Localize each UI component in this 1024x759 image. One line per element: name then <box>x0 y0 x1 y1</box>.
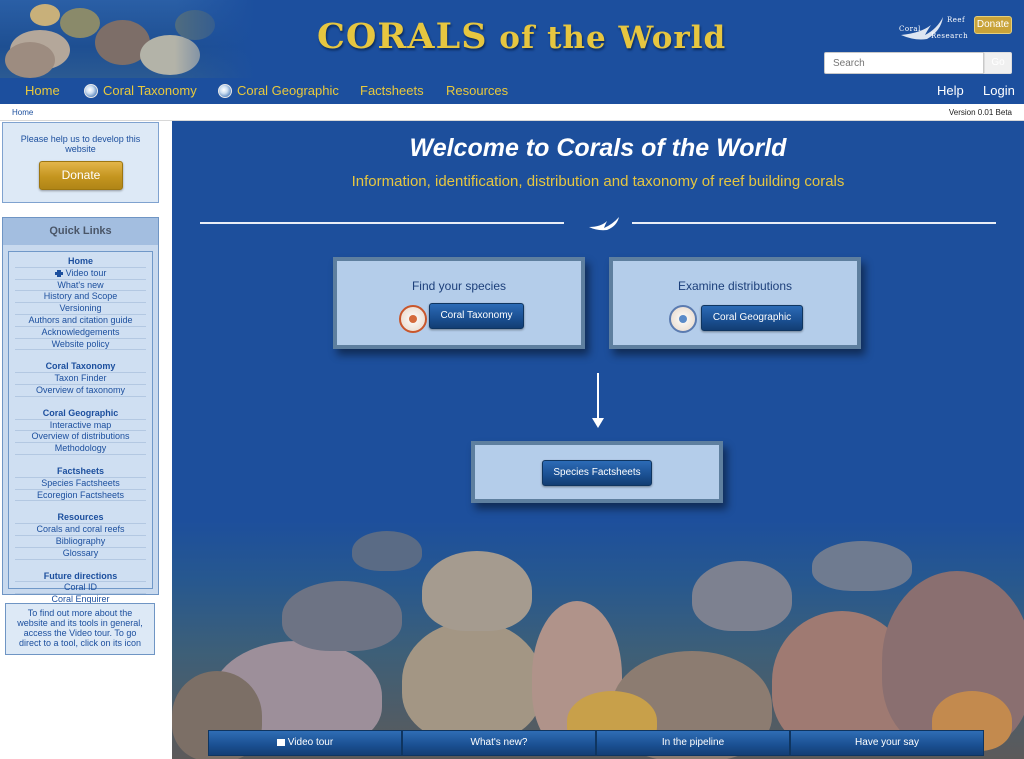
quick-links-panel: Quick Links Home Video tour What's new H… <box>2 217 159 606</box>
logo-word-reef: Reef <box>947 16 966 24</box>
quick-link-ecoregion-factsheets[interactable]: Ecoregion Factsheets <box>15 490 146 502</box>
nav-home[interactable]: Home <box>25 83 60 98</box>
info-panel: To find out more about the website and i… <box>5 603 155 655</box>
bird-icon <box>589 217 619 231</box>
coral-geographic-button[interactable]: Coral Geographic <box>701 305 803 331</box>
site-header: CORALS of the World Reef Coral Research … <box>0 0 1024 78</box>
quick-link-video-tour-label: Video tour <box>65 267 107 278</box>
quick-link-whats-new[interactable]: What's new <box>15 280 146 292</box>
nav-factsheets[interactable]: Factsheets <box>360 83 424 98</box>
video-tour-label: Video tour <box>287 737 334 748</box>
arrow-head-icon <box>592 418 604 428</box>
header-coral-photo <box>0 0 255 78</box>
donate-button[interactable]: Donate <box>39 161 123 190</box>
nav-coral-geographic-label: Coral Geographic <box>237 83 339 98</box>
quick-link-taxon-finder[interactable]: Taxon Finder <box>15 373 146 385</box>
nav-resources[interactable]: Resources <box>446 83 508 98</box>
quick-link-species-factsheets[interactable]: Species Factsheets <box>15 478 146 490</box>
quick-link-website-policy[interactable]: Website policy <box>15 339 146 351</box>
search-input[interactable] <box>824 52 984 74</box>
donate-panel-text: Please help us to develop this website <box>20 134 141 154</box>
divider-left <box>200 222 564 224</box>
quick-link-versioning[interactable]: Versioning <box>15 303 146 315</box>
version-label: Version 0.01 Beta <box>948 108 1012 117</box>
video-tour-button[interactable]: Video tour <box>208 730 402 756</box>
coral-geographic-seal-icon[interactable] <box>669 305 697 333</box>
quick-link-future-directions[interactable]: Future directions <box>15 571 146 583</box>
site-title-rest: of the World <box>487 20 727 56</box>
quick-link-methodology[interactable]: Methodology <box>15 443 146 455</box>
nav-coral-geographic[interactable]: Coral Geographic <box>218 83 339 98</box>
logo-word-coral: Coral <box>899 25 921 33</box>
quick-link-corals-reefs[interactable]: Corals and coral reefs <box>15 524 146 536</box>
quick-link-acknowledgements[interactable]: Acknowledgements <box>15 327 146 339</box>
quick-link-coral-id[interactable]: Coral ID <box>15 582 146 595</box>
quick-link-history-scope[interactable]: History and Scope <box>15 291 146 304</box>
main-content: Welcome to Corals of the World Informati… <box>172 121 1024 759</box>
coral-geographic-icon <box>218 83 232 98</box>
quick-link-glossary[interactable]: Glossary <box>15 548 146 560</box>
quick-link-video-tour[interactable]: Video tour <box>15 268 146 280</box>
coral-reef-research-logo[interactable]: Reef Coral Research <box>897 13 969 43</box>
quick-link-spacer <box>15 397 146 408</box>
page-title: Welcome to Corals of the World <box>409 134 787 162</box>
reef-scene-image <box>172 521 1024 759</box>
quick-link-factsheets[interactable]: Factsheets <box>15 466 146 478</box>
site-title-main: CORALS <box>317 16 488 57</box>
find-species-title: Find your species <box>411 279 507 293</box>
nav-help[interactable]: Help <box>937 83 964 98</box>
examine-distributions-card: Examine distributions Coral Geographic <box>609 257 861 349</box>
quick-link-coral-taxonomy[interactable]: Coral Taxonomy <box>15 361 146 374</box>
quick-link-overview-distributions[interactable]: Overview of distributions <box>15 431 146 444</box>
quick-link-spacer <box>15 501 146 512</box>
quick-link-coral-geographic[interactable]: Coral Geographic <box>15 408 146 420</box>
divider-right <box>632 222 996 224</box>
donate-header-button[interactable]: Donate <box>974 16 1012 34</box>
quick-link-spacer <box>15 560 146 571</box>
quick-link-bibliography[interactable]: Bibliography <box>15 536 146 548</box>
quick-links-title: Quick Links <box>3 218 158 245</box>
quick-link-authors-citation[interactable]: Authors and citation guide <box>15 315 146 327</box>
quick-link-home[interactable]: Home <box>15 256 146 268</box>
quick-link-interactive-map[interactable]: Interactive map <box>15 420 146 432</box>
nav-coral-taxonomy-label: Coral Taxonomy <box>103 83 197 98</box>
donate-panel: Please help us to develop this website D… <box>2 122 159 203</box>
whats-new-button[interactable]: What's new? <box>402 730 596 756</box>
bottom-nav: Video tour What's new? In the pipeline H… <box>208 730 984 756</box>
examine-distributions-title: Examine distributions <box>677 279 793 293</box>
quick-link-overview-taxonomy[interactable]: Overview of taxonomy <box>15 385 146 397</box>
site-title[interactable]: CORALS of the World <box>317 16 726 57</box>
nav-factsheets-label: Factsheets <box>360 83 424 98</box>
page-subtitle: Information, identification, distributio… <box>351 173 845 190</box>
coral-taxonomy-seal-icon[interactable] <box>399 305 427 333</box>
coral-taxonomy-button[interactable]: Coral Taxonomy <box>429 303 524 329</box>
breadcrumb-bar: Home Version 0.01 Beta <box>0 104 1024 121</box>
quick-link-spacer <box>15 455 146 466</box>
nav-home-label: Home <box>25 83 60 98</box>
coral-taxonomy-icon <box>84 83 98 98</box>
film-icon <box>54 269 63 277</box>
quick-links-list: Home Video tour What's new History and S… <box>8 251 153 606</box>
species-factsheets-card: Species Factsheets <box>471 441 723 503</box>
nav-login[interactable]: Login <box>983 83 1015 98</box>
quick-link-resources[interactable]: Resources <box>15 512 146 525</box>
film-icon <box>276 739 285 746</box>
in-the-pipeline-button[interactable]: In the pipeline <box>596 730 790 756</box>
nav-resources-label: Resources <box>446 83 509 98</box>
search-go-button[interactable]: Go <box>984 52 1012 74</box>
main-nav: Home Coral Taxonomy Coral Geographic Fac… <box>0 78 1024 104</box>
breadcrumb[interactable]: Home <box>12 108 33 117</box>
find-species-card: Find your species Coral Taxonomy <box>333 257 585 349</box>
have-your-say-button[interactable]: Have your say <box>790 730 984 756</box>
quick-link-spacer <box>15 350 146 361</box>
logo-word-research: Research <box>931 32 969 40</box>
species-factsheets-button[interactable]: Species Factsheets <box>542 460 652 486</box>
nav-coral-taxonomy[interactable]: Coral Taxonomy <box>84 83 197 98</box>
